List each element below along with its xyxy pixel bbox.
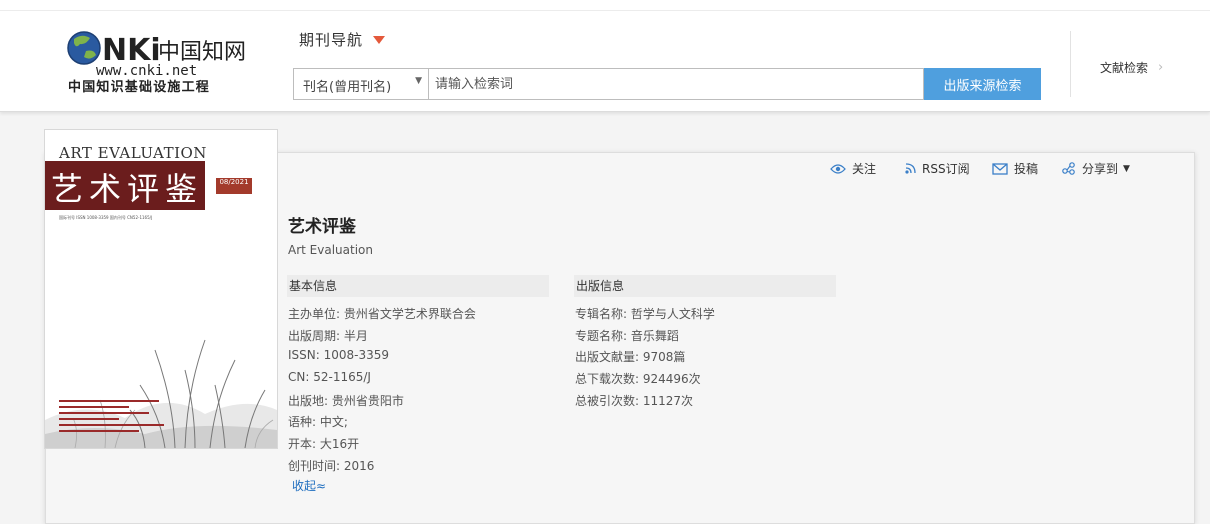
follow-button[interactable]: 关注 [830,160,876,177]
cnki-logo[interactable]: NKi 中国知网 www.cnki.net 中国知识基础设施工程 [66,29,248,93]
header-divider [1070,31,1071,97]
search-field-value: 刊名(曾用刊名) [303,80,392,95]
cover-contents-lines [59,400,169,436]
publish-info-row: 总被引次数: 11127次 [575,394,694,408]
select-arrow-icon: ▼ [415,76,422,86]
cover-en-title: ART EVALUATION [59,144,207,162]
submit-manuscript-button[interactable]: 投稿 [992,160,1038,177]
share-label: 分享到 [1082,162,1119,176]
header: NKi 中国知网 www.cnki.net 中国知识基础设施工程 期刊导航 刊名… [0,11,1210,112]
rss-subscribe-button[interactable]: RSS订阅 [905,160,970,177]
publish-info-heading: 出版信息 [574,275,836,297]
follow-label: 关注 [852,162,877,176]
journal-title: 艺术评鉴 [288,217,356,237]
svg-text:中国知识基础设施工程: 中国知识基础设施工程 [68,79,210,93]
basic-info-row: CN: 52-1165/J [288,370,371,384]
journal-cover: ART EVALUATION 艺术评鉴 08/2021 国际刊号 ISSN 10… [44,129,278,449]
collapse-link[interactable]: 收起≈ [292,477,326,494]
eye-icon [830,163,846,174]
svg-text:www.cnki.net: www.cnki.net [96,63,197,79]
caret-down-icon [373,35,386,44]
share-caret-icon: ▼ [1123,163,1130,174]
basic-info-row: 语种: 中文; [288,415,348,429]
search-input-wrap [429,68,924,100]
basic-info-row: 创刊时间: 2016 [288,459,375,473]
rss-icon [905,163,916,174]
literature-search-label: 文献检索 [1100,61,1149,75]
svg-text:中国知网: 中国知网 [158,40,246,65]
share-button[interactable]: 分享到 ▼ [1062,160,1130,177]
cover-cn-title: 艺术评鉴 [51,170,204,208]
cover-issn-line: 国际刊号 ISSN 1008-3359 国内刊号 CN52-1165/J [59,215,153,220]
publish-info-row: 出版文献量: 9708篇 [575,350,686,364]
literature-search-link[interactable]: 文献检索 › [1100,59,1163,76]
source-search-button[interactable]: 出版来源检索 [924,68,1041,100]
submit-label: 投稿 [1014,162,1039,176]
publish-info-row: 总下载次数: 924496次 [575,372,701,386]
publish-info-row: 专题名称: 音乐舞蹈 [575,329,679,343]
envelope-icon [992,162,1008,175]
cover-issue-badge: 08/2021 [216,178,252,194]
chevron-right-icon: › [1158,60,1164,75]
basic-info-row: 出版地: 贵州省贵阳市 [288,394,404,408]
share-icon [1062,162,1075,175]
search-bar: 刊名(曾用刊名) ▼ 出版来源检索 [293,68,1041,100]
basic-info-row: 开本: 大16开 [288,437,360,451]
basic-info-row: ISSN: 1008-3359 [288,348,390,362]
top-strip [0,0,1210,11]
journal-nav-menu[interactable]: 期刊导航 [299,29,386,50]
basic-info-heading: 基本信息 [287,275,549,297]
journal-nav-label: 期刊导航 [299,31,364,49]
basic-info-row: 主办单位: 贵州省文学艺术界联合会 [288,307,476,321]
search-input[interactable] [435,70,915,98]
search-field-select[interactable]: 刊名(曾用刊名) ▼ [293,68,429,100]
publish-info-row: 专辑名称: 哲学与人文科学 [575,307,715,321]
basic-info-row: 出版周期: 半月 [288,329,368,343]
rss-label: RSS订阅 [922,162,970,176]
journal-english-title: Art Evaluation [288,243,373,257]
